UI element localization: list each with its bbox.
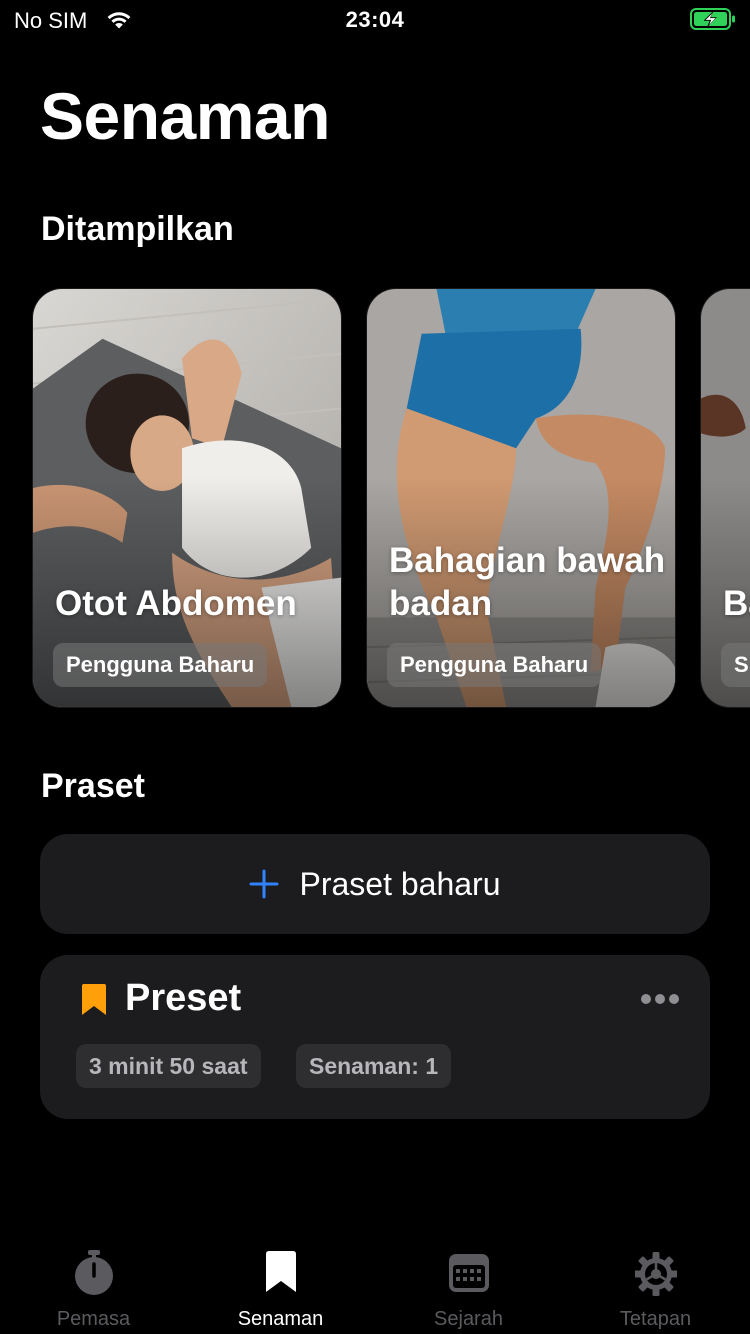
status-time: 23:04 bbox=[345, 7, 405, 32]
calendar-icon bbox=[449, 1254, 489, 1292]
featured-card-lower-body[interactable]: Bahagian bawah badan Pengguna Baharu bbox=[366, 288, 676, 708]
featured-card-abs[interactable]: Otot Abdomen Pengguna Baharu bbox=[32, 288, 342, 708]
tab-settings[interactable]: Tetapan bbox=[562, 1236, 749, 1334]
page-title: Senaman bbox=[40, 79, 330, 153]
tab-label: Pemasa bbox=[56, 1308, 131, 1330]
stopwatch-icon bbox=[75, 1250, 113, 1295]
more-icon[interactable] bbox=[640, 993, 680, 1005]
preset-workouts-chip: Senaman: 1 bbox=[296, 1044, 452, 1088]
card-badge: Pengguna Baharu bbox=[53, 643, 268, 687]
card-badge: Pengguna Baharu bbox=[387, 643, 602, 687]
tab-workouts[interactable]: Senaman bbox=[187, 1236, 374, 1334]
tab-label: Tetapan bbox=[619, 1308, 692, 1330]
status-bar: No SIM 23:04 bbox=[0, 0, 750, 40]
card-title: Bahagian bawah badan bbox=[389, 541, 666, 623]
preset-duration-chip: 3 minit 50 saat bbox=[76, 1044, 261, 1088]
bookmark-icon bbox=[82, 984, 106, 1015]
new-preset-label: Praset baharu bbox=[299, 865, 501, 902]
featured-card-partial[interactable]: Ba at S bbox=[700, 288, 750, 708]
card-badge: S bbox=[721, 643, 750, 687]
gear-icon bbox=[635, 1252, 677, 1296]
tab-label: Senaman bbox=[237, 1308, 324, 1330]
featured-heading: Ditampilkan bbox=[41, 210, 234, 248]
tab-label: Sejarah bbox=[434, 1308, 503, 1330]
tab-timer[interactable]: Pemasa bbox=[0, 1236, 187, 1334]
presets-heading: Praset bbox=[41, 767, 145, 805]
tab-history[interactable]: Sejarah bbox=[375, 1236, 562, 1334]
featured-carousel[interactable]: Otot Abdomen Pengguna Baharu Bahagian ba… bbox=[0, 288, 750, 708]
preset-card[interactable]: Preset 3 minit 50 saat Senaman: 1 bbox=[40, 955, 710, 1119]
plus-icon bbox=[249, 869, 279, 899]
tab-bar: Pemasa Senaman Sejarah Tetapan bbox=[0, 1236, 750, 1334]
battery-charging-icon bbox=[690, 8, 735, 30]
bookmark-icon bbox=[266, 1251, 296, 1292]
card-title: Ba at bbox=[723, 584, 750, 623]
preset-name: Preset bbox=[125, 977, 242, 1019]
card-title: Otot Abdomen bbox=[55, 584, 297, 623]
workouts-screen: No SIM 23:04 Senaman Ditampilkan Otot Ab… bbox=[0, 0, 750, 1334]
new-preset-button[interactable]: Praset baharu bbox=[40, 834, 710, 934]
